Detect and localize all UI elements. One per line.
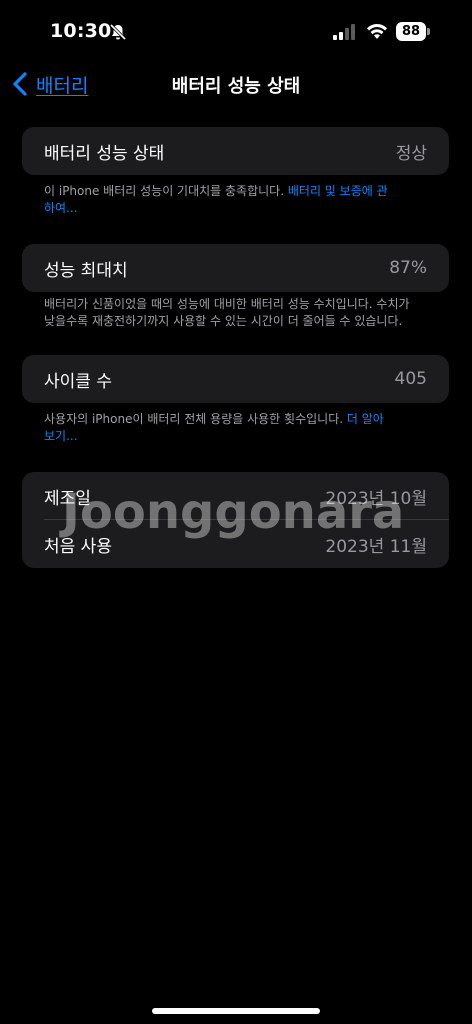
cycle-count-row: 사이클 수 405 [22, 355, 449, 403]
cycle-count-card: 사이클 수 405 [22, 355, 449, 403]
cycle-count-label: 사이클 수 [44, 371, 112, 392]
manufacture-date-row: 제조일 2023년 10월 [22, 472, 449, 520]
cycle-count-footnote: 사용자의 iPhone이 배터리 전체 용량을 사용한 횟수입니다. 더 알아보… [44, 411, 394, 445]
battery-health-row: 배터리 성능 상태 정상 [22, 127, 449, 175]
maximum-capacity-footnote: 배터리가 신품이었을 때의 성능에 대비한 배터리 성능 수치입니다. 수치가 … [44, 297, 410, 328]
maximum-capacity-value: 87% [389, 258, 427, 278]
cycle-count-footnote-text: 사용자의 iPhone이 배터리 전체 용량을 사용한 횟수입니다. [44, 412, 347, 426]
battery-health-footnote: 이 iPhone 배터리 성능이 기대치를 충족합니다. 배터리 및 보증에 관… [44, 183, 394, 217]
battery-health-value: 정상 [395, 143, 427, 164]
first-use-value: 2023년 11월 [325, 536, 427, 557]
battery-level: 88 [396, 22, 426, 41]
maximum-capacity-card: 성능 최대치 87% [22, 244, 449, 292]
home-indicator[interactable] [152, 1008, 320, 1014]
page-title: 배터리 성능 상태 [171, 76, 301, 97]
wifi-icon [367, 23, 387, 39]
first-use-row: 처음 사용 2023년 11월 [22, 520, 449, 568]
battery-health-label: 배터리 성능 상태 [44, 143, 165, 164]
battery-health-footnote-text: 이 iPhone 배터리 성능이 기대치를 충족합니다. [44, 184, 288, 198]
dates-card: 제조일 2023년 10월 처음 사용 2023년 11월 [22, 472, 449, 568]
bell-slash-icon [109, 23, 127, 41]
manufacture-date-value: 2023년 10월 [325, 488, 427, 509]
maximum-capacity-label: 성능 최대치 [44, 260, 128, 281]
nav-bar: 배터리 배터리 성능 상태 [0, 64, 472, 104]
signal-icon [333, 24, 355, 40]
manufacture-date-label: 제조일 [44, 488, 91, 509]
battery-tip [427, 28, 430, 35]
first-use-label: 처음 사용 [44, 536, 112, 557]
status-bar: 10:30 88 [0, 0, 472, 64]
status-time: 10:30 [50, 20, 112, 42]
battery-health-card: 배터리 성능 상태 정상 [22, 127, 449, 175]
maximum-capacity-row: 성능 최대치 87% [22, 244, 449, 292]
cycle-count-value: 405 [394, 369, 427, 389]
battery-icon: 88 [396, 22, 432, 41]
